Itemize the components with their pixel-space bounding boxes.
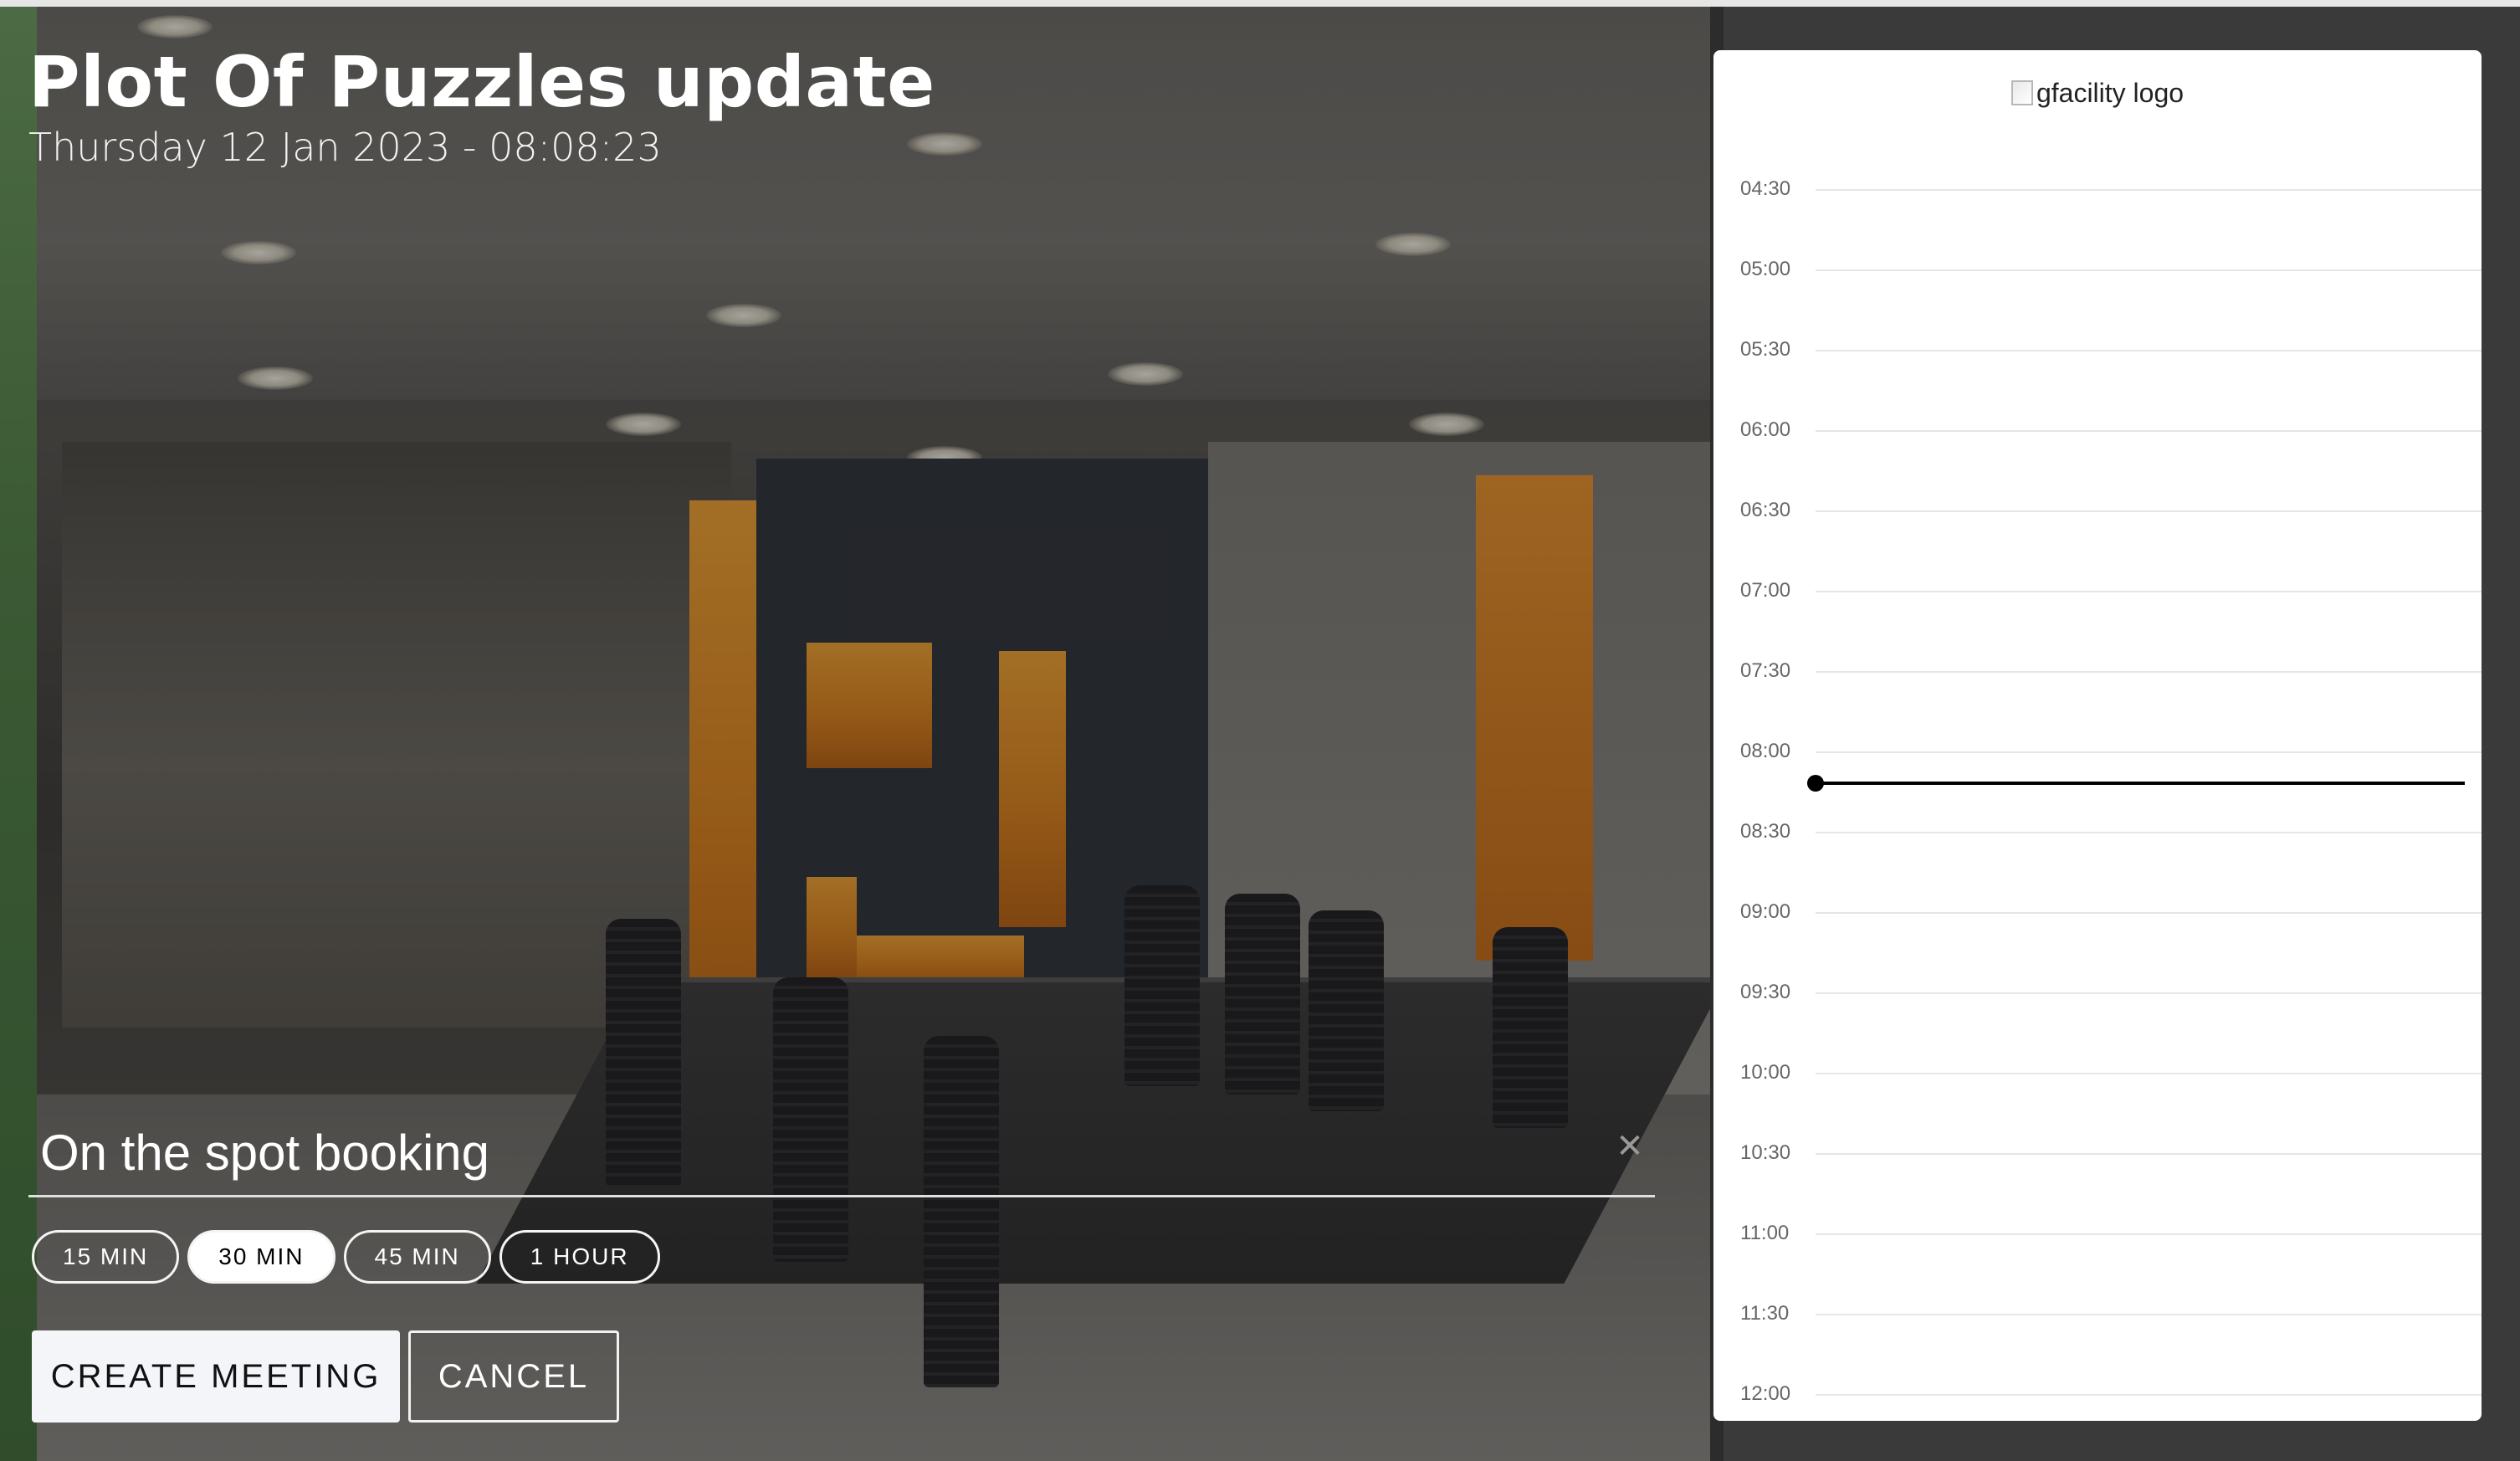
time-slot[interactable]: 06:30 <box>1713 499 2482 591</box>
time-slot[interactable]: 08:30 <box>1713 820 2482 912</box>
time-slot[interactable]: 06:00 <box>1713 418 2482 510</box>
action-buttons: CREATE MEETING CANCEL <box>32 1330 619 1423</box>
time-slot-gridline <box>1816 1153 2482 1155</box>
time-slot-label: 10:30 <box>1740 1141 1791 1164</box>
time-slot-label: 07:30 <box>1740 659 1791 682</box>
time-slot-label: 04:30 <box>1740 177 1791 200</box>
room-title: Plot Of Puzzles update <box>28 41 935 123</box>
time-slot-gridline <box>1816 269 2482 271</box>
time-slot[interactable]: 12:00 <box>1713 1382 2482 1421</box>
broken-image-icon <box>2010 79 2033 105</box>
time-slot[interactable]: 10:30 <box>1713 1141 2482 1233</box>
time-slot-label: 08:00 <box>1740 740 1791 762</box>
create-meeting-button[interactable]: CREATE MEETING <box>32 1330 400 1423</box>
time-slot[interactable]: 11:00 <box>1713 1222 2482 1314</box>
cancel-button[interactable]: CANCEL <box>408 1330 619 1423</box>
meeting-title-field[interactable]: ✕ <box>28 1096 1655 1197</box>
time-slot-label: 05:00 <box>1740 258 1791 280</box>
time-slot[interactable]: 09:30 <box>1713 981 2482 1073</box>
time-slot-label: 11:30 <box>1740 1302 1790 1325</box>
logo-alt-text: gfacility logo <box>2036 78 2185 108</box>
time-slot-label: 11:00 <box>1740 1222 1790 1244</box>
time-slot-gridline <box>1816 1073 2482 1074</box>
time-slot[interactable]: 08:00 <box>1713 740 2482 832</box>
time-slot[interactable]: 10:00 <box>1713 1061 2482 1153</box>
time-slot-label: 12:00 <box>1740 1382 1791 1405</box>
time-slot-gridline <box>1816 912 2482 914</box>
time-slot[interactable]: 07:30 <box>1713 659 2482 751</box>
time-slot-gridline <box>1816 671 2482 673</box>
time-slot[interactable]: 09:00 <box>1713 900 2482 992</box>
time-slot-label: 08:30 <box>1740 820 1791 843</box>
time-slot[interactable]: 05:00 <box>1713 258 2482 350</box>
time-slot-label: 06:30 <box>1740 499 1791 521</box>
time-slot-gridline <box>1816 591 2482 592</box>
time-slot-label: 05:30 <box>1740 338 1791 361</box>
duration-45-min-chip[interactable]: 45 MIN <box>343 1230 491 1284</box>
time-slot-gridline <box>1816 751 2482 753</box>
time-slot-gridline <box>1816 1394 2482 1396</box>
time-slot-gridline <box>1816 1314 2482 1315</box>
current-time-line <box>1816 782 2465 785</box>
time-slot[interactable]: 05:30 <box>1713 338 2482 430</box>
time-slot-gridline <box>1816 510 2482 512</box>
booking-screen: Plot Of Puzzles update Thursday 12 Jan 2… <box>0 0 2520 1461</box>
duration-15-min-chip[interactable]: 15 MIN <box>32 1230 180 1284</box>
time-slot-gridline <box>1816 1233 2482 1235</box>
close-icon[interactable]: ✕ <box>1613 1130 1647 1163</box>
time-slot-label: 07:00 <box>1740 579 1791 602</box>
time-slot[interactable]: 07:00 <box>1713 579 2482 671</box>
time-slot-gridline <box>1816 350 2482 351</box>
top-edge <box>0 0 2520 7</box>
time-slot[interactable]: 04:30 <box>1713 177 2482 269</box>
time-slot-gridline <box>1816 992 2482 994</box>
time-slot-gridline <box>1816 430 2482 432</box>
meeting-title-input[interactable] <box>40 1115 1546 1190</box>
current-time-indicator <box>1807 775 2482 792</box>
company-logo: gfacility logo <box>1713 72 2482 114</box>
time-slot-gridline <box>1816 832 2482 833</box>
duration-1-hour-chip[interactable]: 1 HOUR <box>499 1230 660 1284</box>
day-schedule-panel: gfacility logo 04:30 05:00 05:30 06:00 0… <box>1713 50 2482 1421</box>
time-slot-gridline <box>1816 189 2482 191</box>
time-slot[interactable]: 11:30 <box>1713 1302 2482 1394</box>
time-slot-label: 09:00 <box>1740 900 1791 923</box>
duration-30-min-chip[interactable]: 30 MIN <box>187 1230 335 1284</box>
current-datetime: Thursday 12 Jan 2023 - 08:08:23 <box>28 125 662 170</box>
time-slot-label: 09:30 <box>1740 981 1791 1003</box>
time-slot-label: 10:00 <box>1740 1061 1791 1084</box>
time-slot-label: 06:00 <box>1740 418 1791 441</box>
duration-options: 15 MIN 30 MIN 45 MIN 1 HOUR <box>32 1230 660 1289</box>
